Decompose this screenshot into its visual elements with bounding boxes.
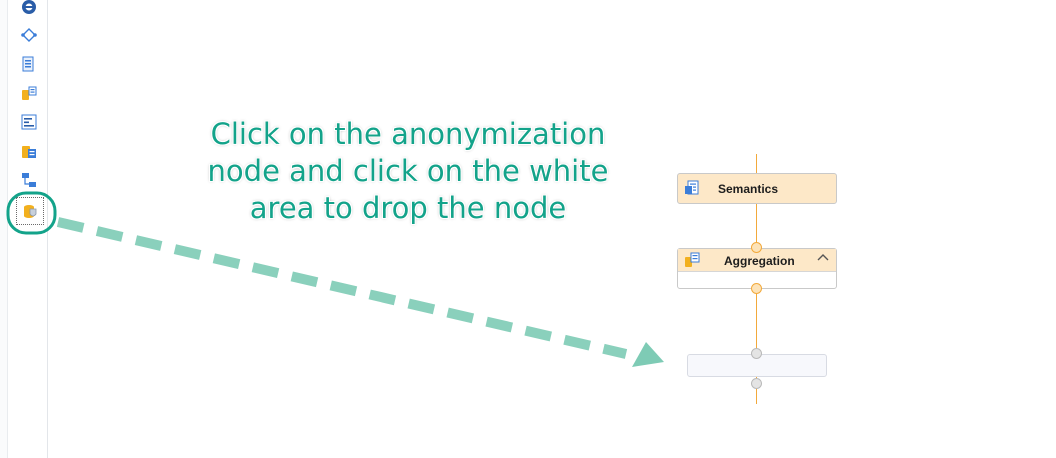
aggregation-node-label: Aggregation [724,254,795,268]
semantics-node-label: Semantics [718,182,779,196]
hierarchy-node-icon[interactable] [18,169,40,191]
aggregation-node-icon[interactable] [18,82,40,104]
projection-node-icon[interactable] [18,53,40,75]
anonymization-node-icon[interactable] [16,197,44,225]
graph-canvas[interactable]: Semantics Aggregation [48,0,1056,458]
annotation-line: node and click on the white [207,154,609,188]
union-node-icon[interactable] [18,0,40,18]
aggregation-output-port[interactable] [751,283,762,294]
semantics-node[interactable]: Semantics [677,173,837,204]
rank-node-icon[interactable] [18,111,40,133]
drop-zone-input-port[interactable] [751,348,762,359]
semantics-icon [684,180,700,196]
instruction-annotation: Click on the anonymization node and clic… [168,116,648,227]
node-palette-toolbar [0,0,48,458]
chevron-up-icon[interactable] [816,251,830,265]
join-node-icon[interactable] [18,24,40,46]
toolbar-edge-strip [0,0,8,458]
drop-zone-output-port[interactable] [751,378,762,389]
aggregation-input-port[interactable] [751,242,762,253]
annotation-line: area to drop the node [249,191,567,225]
table-function-node-icon[interactable] [18,140,40,162]
annotation-line: Click on the anonymization [210,117,606,151]
aggregation-node-icon [684,252,700,268]
